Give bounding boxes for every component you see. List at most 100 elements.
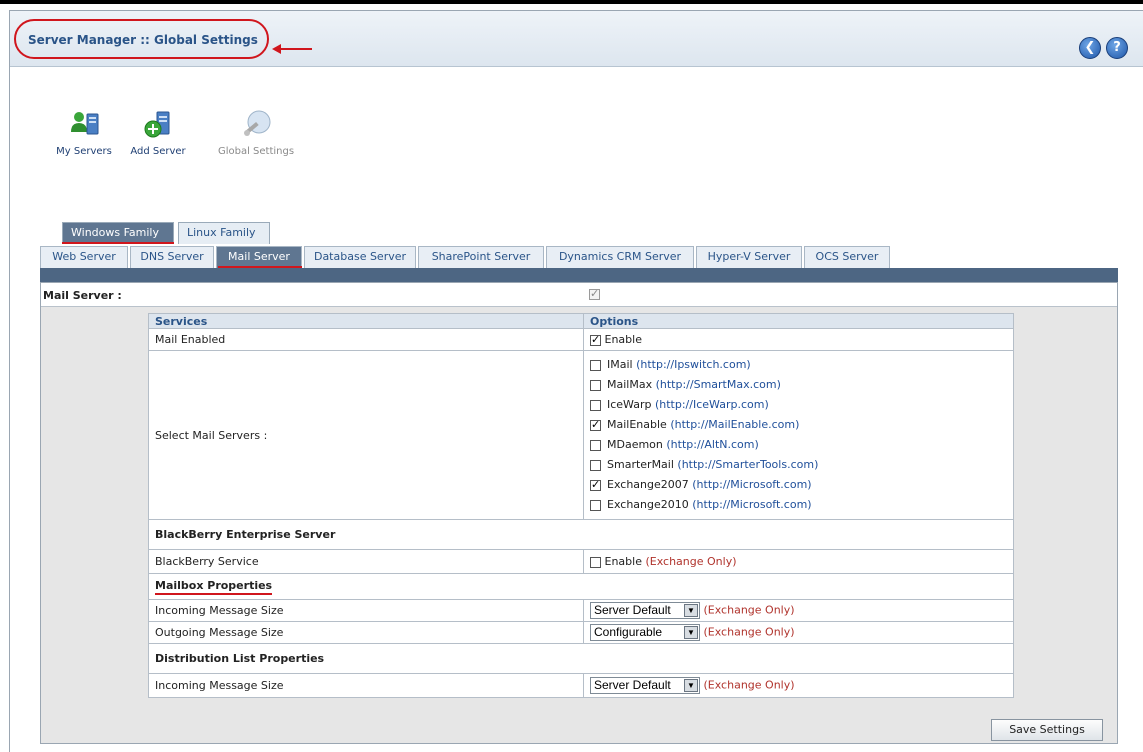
dist-incoming-option: Server Default ▼ (Exchange Only) xyxy=(583,673,1014,698)
option-name: MailMax xyxy=(607,378,653,391)
tab-ocs-server[interactable]: OCS Server xyxy=(804,246,890,268)
list-item: Exchange2010 (http://Microsoft.com) xyxy=(590,495,1007,515)
page-title: Server Manager :: Global Settings xyxy=(28,33,258,47)
enable-label: Enable xyxy=(604,333,642,346)
settings-wrench-icon xyxy=(239,108,273,142)
list-item: MDaemon (http://AltN.com) xyxy=(590,435,1007,455)
option-name: IMail xyxy=(607,358,633,371)
select-value: Server Default xyxy=(594,603,671,617)
users-server-icon xyxy=(67,108,101,142)
section-row: Distribution List Properties xyxy=(148,643,1014,674)
toolbar-label: My Servers xyxy=(56,146,112,157)
option-name: MailEnable xyxy=(607,418,667,431)
mail-enabled-label: Mail Enabled xyxy=(148,328,584,351)
section-row: Mailbox Properties xyxy=(148,573,1014,600)
dist-incoming-select[interactable]: Server Default ▼ xyxy=(590,677,700,694)
top-border xyxy=(0,0,1143,4)
mailbox-properties-heading: Mailbox Properties xyxy=(148,573,1014,600)
tab-sharepoint-server[interactable]: SharePoint Server xyxy=(418,246,544,268)
option-link[interactable]: (http://Ipswitch.com) xyxy=(636,358,751,371)
page-header: Server Manager :: Global Settings ❮ ? xyxy=(10,11,1143,67)
chevron-down-icon: ▼ xyxy=(684,626,698,639)
icewarp-checkbox[interactable] xyxy=(590,399,601,411)
mail-server-checkbox[interactable]: ✓ xyxy=(589,287,600,300)
mailenable-checkbox[interactable]: ✓ xyxy=(590,418,601,431)
table-row: BlackBerry Service Enable (Exchange Only… xyxy=(148,549,1014,574)
chevron-down-icon: ▼ xyxy=(684,679,698,692)
option-name: MDaemon xyxy=(607,438,663,451)
blackberry-enable-checkbox[interactable] xyxy=(590,556,601,568)
distribution-list-heading: Distribution List Properties xyxy=(148,643,1014,674)
tab-mail-server[interactable]: Mail Server xyxy=(216,246,302,268)
global-settings-button[interactable]: Global Settings xyxy=(216,108,296,157)
exchange-only-note: (Exchange Only) xyxy=(645,555,737,568)
option-link[interactable]: (http://AltN.com) xyxy=(666,438,758,451)
mail-enabled-option: ✓ Enable xyxy=(583,328,1014,351)
option-name: Exchange2007 xyxy=(607,478,689,491)
section-title: Mailbox Properties xyxy=(155,579,273,595)
mailbox-outgoing-select[interactable]: Configurable ▼ xyxy=(590,624,700,641)
mailbox-incoming-label: Incoming Message Size xyxy=(148,599,584,622)
toolbar-label: Add Server xyxy=(130,146,186,157)
save-settings-button[interactable]: Save Settings xyxy=(991,719,1103,741)
tab-linux-family[interactable]: Linux Family xyxy=(178,222,270,244)
option-link[interactable]: (http://Microsoft.com) xyxy=(692,478,811,491)
list-item: ✓ MailEnable (http://MailEnable.com) xyxy=(590,415,1007,435)
add-server-button[interactable]: Add Server xyxy=(118,108,198,157)
mail-enabled-checkbox[interactable]: ✓ xyxy=(590,333,601,346)
tab-web-server[interactable]: Web Server xyxy=(40,246,128,268)
mailbox-incoming-option: Server Default ▼ (Exchange Only) xyxy=(583,599,1014,622)
blackberry-service-option: Enable (Exchange Only) xyxy=(583,549,1014,574)
active-tab-underline xyxy=(62,242,174,244)
services-table: Services Options Mail Enabled ✓ Enable S… xyxy=(148,313,1014,698)
table-row: Outgoing Message Size Configurable ▼ (Exc… xyxy=(148,621,1014,644)
list-item: MailMax (http://SmartMax.com) xyxy=(590,375,1007,395)
chevron-down-icon: ▼ xyxy=(684,604,698,617)
circle-left-arrow-icon: ❮ xyxy=(1084,40,1096,55)
select-value: Configurable xyxy=(594,625,663,639)
tab-hyper-v-server[interactable]: Hyper-V Server xyxy=(696,246,802,268)
exchange2010-checkbox[interactable] xyxy=(590,499,601,511)
table-row: Select Mail Servers : IMail (http://Ipsw… xyxy=(148,350,1014,520)
option-name: IceWarp xyxy=(607,398,652,411)
dist-incoming-label: Incoming Message Size xyxy=(148,673,584,698)
list-item: IceWarp (http://IceWarp.com) xyxy=(590,395,1007,415)
blackberry-service-label: BlackBerry Service xyxy=(148,549,584,574)
blackberry-section-heading: BlackBerry Enterprise Server xyxy=(148,519,1014,550)
section-row: BlackBerry Enterprise Server xyxy=(148,519,1014,550)
list-item: IMail (http://Ipswitch.com) xyxy=(590,355,1007,375)
toolbar-label: Global Settings xyxy=(217,146,295,157)
option-link[interactable]: (http://SmarterTools.com) xyxy=(677,458,818,471)
table-row: Incoming Message Size Server Default ▼ (E… xyxy=(148,673,1014,698)
option-link[interactable]: (http://SmartMax.com) xyxy=(656,378,781,391)
tab-dynamics-crm-server[interactable]: Dynamics CRM Server xyxy=(546,246,694,268)
mdaemon-checkbox[interactable] xyxy=(590,439,601,451)
exchange-only-note: (Exchange Only) xyxy=(703,678,795,692)
table-row: Incoming Message Size Server Default ▼ (E… xyxy=(148,599,1014,622)
add-server-icon xyxy=(141,108,175,142)
enable-label: Enable xyxy=(604,555,642,568)
my-servers-button[interactable]: My Servers xyxy=(44,108,124,157)
mailbox-incoming-select[interactable]: Server Default ▼ xyxy=(590,602,700,619)
exchange2007-checkbox[interactable]: ✓ xyxy=(590,478,601,491)
tab-database-server[interactable]: Database Server xyxy=(304,246,416,268)
help-button[interactable]: ? xyxy=(1106,37,1128,59)
exchange-only-note: (Exchange Only) xyxy=(703,603,795,617)
smartermail-checkbox[interactable] xyxy=(590,459,601,471)
option-link[interactable]: (http://IceWarp.com) xyxy=(655,398,769,411)
settings-panel: Mail Server : ✓ Services Options Mail En… xyxy=(40,282,1118,744)
option-link[interactable]: (http://MailEnable.com) xyxy=(670,418,799,431)
tab-windows-family[interactable]: Windows Family xyxy=(62,222,174,244)
col-header-options: Options xyxy=(583,313,1014,329)
tab-dns-server[interactable]: DNS Server xyxy=(130,246,214,268)
annotation-arrow-icon xyxy=(272,44,312,54)
imail-checkbox[interactable] xyxy=(590,359,601,371)
mail-server-label: Mail Server : xyxy=(43,289,122,302)
back-button[interactable]: ❮ xyxy=(1079,37,1101,59)
option-name: SmarterMail xyxy=(607,458,674,471)
option-link[interactable]: (http://Microsoft.com) xyxy=(692,498,811,511)
mail-server-options: IMail (http://Ipswitch.com) MailMax (htt… xyxy=(583,350,1014,520)
mailmax-checkbox[interactable] xyxy=(590,379,601,391)
exchange-only-note: (Exchange Only) xyxy=(703,625,795,639)
col-header-services: Services xyxy=(148,313,584,329)
